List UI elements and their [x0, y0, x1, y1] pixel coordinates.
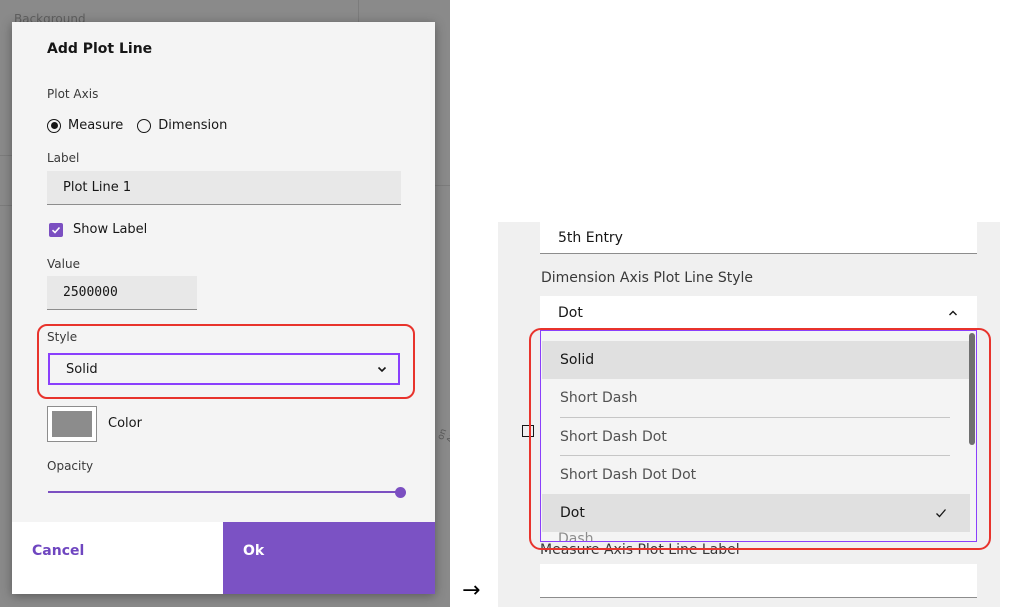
value-input[interactable]: 2500000 — [47, 276, 197, 310]
radio-measure-label[interactable]: Measure — [68, 118, 123, 133]
dimension-style-select[interactable]: Dot — [540, 296, 977, 330]
color-label: Color — [108, 416, 142, 431]
dimension-style-value: Dot — [558, 305, 583, 321]
color-swatch — [52, 411, 92, 437]
highlight-dropdown-box — [529, 328, 991, 550]
opacity-label: Opacity — [47, 459, 94, 473]
add-plot-line-dialog: Add Plot Line Plot Axis Measure Dimensio… — [12, 22, 435, 594]
label-input[interactable]: Plot Line 1 — [47, 171, 401, 205]
radio-measure[interactable] — [47, 118, 61, 133]
background-rule — [435, 185, 450, 186]
show-label-row: Show Label — [49, 222, 147, 237]
transition-arrow: → — [462, 578, 481, 603]
background-side-text: on Ax — [436, 427, 450, 445]
measure-label-input[interactable] — [540, 564, 977, 598]
opacity-slider-handle[interactable] — [395, 487, 406, 498]
dimension-style-label: Dimension Axis Plot Line Style — [541, 270, 753, 286]
background-rule — [0, 205, 12, 206]
show-label-checkbox[interactable] — [49, 222, 63, 237]
highlight-style-box — [37, 324, 415, 399]
radio-dimension-label[interactable]: Dimension — [158, 118, 227, 133]
left-screenshot: Background on Ax Add Plot Line Plot Axis… — [0, 0, 450, 607]
color-swatch-button[interactable] — [47, 406, 97, 442]
background-rule — [0, 155, 12, 156]
chevron-up-icon — [949, 310, 957, 316]
opacity-slider-track[interactable] — [48, 491, 400, 493]
dialog-title: Add Plot Line — [47, 41, 153, 57]
plot-axis-label: Plot Axis — [47, 87, 99, 101]
checkmark-icon — [51, 226, 61, 234]
radio-selected-dot — [50, 122, 58, 129]
plot-axis-radio-group: Measure Dimension — [47, 118, 241, 133]
cancel-button[interactable]: Cancel — [12, 522, 223, 594]
value-field-label: Value — [47, 257, 80, 271]
label-field-label: Label — [47, 151, 80, 165]
top-entry-input[interactable]: 5th Entry — [540, 222, 977, 254]
ok-button[interactable]: Ok — [223, 522, 435, 594]
show-label-text[interactable]: Show Label — [73, 222, 147, 237]
background-rule — [358, 0, 359, 22]
radio-dimension[interactable] — [137, 118, 152, 133]
